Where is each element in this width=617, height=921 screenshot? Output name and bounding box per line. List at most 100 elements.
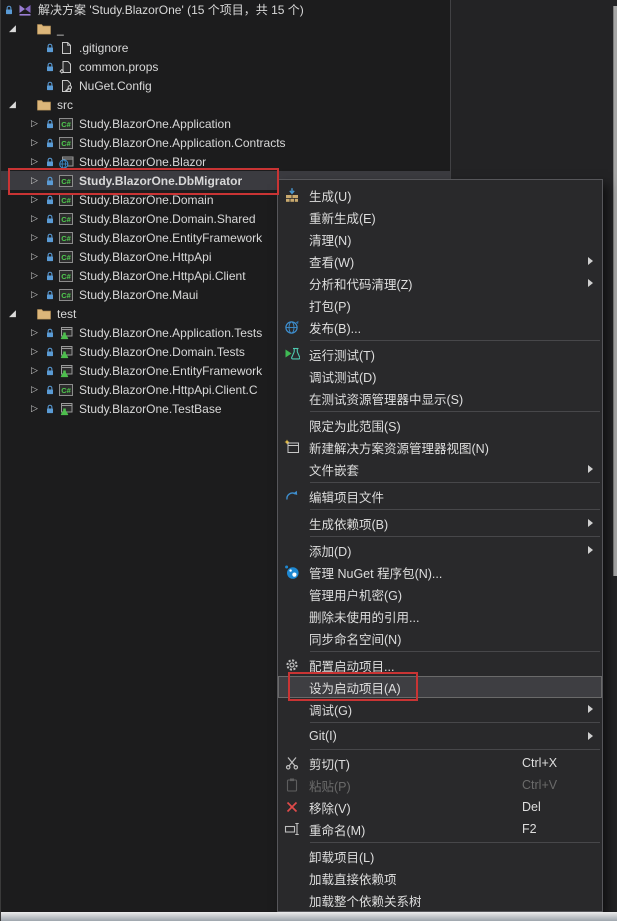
tree-item-label: src — [57, 97, 73, 112]
tree-item-label: Study.BlazorOne.Application.Tests — [79, 325, 263, 340]
expand-arrow-icon[interactable] — [31, 346, 44, 357]
tree-item-label: Study.BlazorOne.Domain.Shared — [79, 211, 256, 226]
menu-item[interactable]: 生成依赖项(B) — [278, 512, 602, 534]
menu-item[interactable]: 管理 NuGet 程序包(N)... — [278, 561, 602, 583]
menu-item[interactable] — [310, 536, 600, 537]
menu-item[interactable]: 在测试资源管理器中显示(S) — [278, 387, 602, 409]
tree-row[interactable]: _ — [1, 19, 450, 38]
item-type-icon — [58, 325, 74, 341]
menu-item[interactable]: 限定为此范围(S) — [278, 414, 602, 436]
bottom-window-strip — [1, 912, 617, 921]
lock-icon — [44, 364, 56, 378]
menu-item[interactable]: 发布(B)... — [278, 316, 602, 338]
lock-icon — [44, 79, 56, 93]
menu-item[interactable]: 同步命名空间(N) — [278, 627, 602, 649]
menu-item[interactable] — [310, 722, 600, 723]
menu-item[interactable] — [310, 842, 600, 843]
menu-item[interactable]: 文件嵌套 — [278, 458, 602, 480]
menu-item[interactable]: 粘贴(P) Ctrl+V — [278, 774, 602, 796]
tree-item-label: test — [57, 306, 77, 321]
menu-item-icon — [284, 799, 300, 815]
menu-item[interactable]: 生成(U) — [278, 184, 602, 206]
menu-item-label: 管理用户机密(G) — [309, 588, 403, 603]
menu-item[interactable]: 新建解决方案资源管理器视图(N) — [278, 436, 602, 458]
menu-item[interactable] — [310, 482, 600, 483]
expand-arrow-icon[interactable] — [31, 194, 44, 205]
menu-item[interactable] — [310, 411, 600, 412]
expand-arrow-icon[interactable] — [31, 289, 44, 300]
expand-arrow-icon[interactable] — [9, 99, 22, 110]
menu-item[interactable]: 调试测试(D) — [278, 365, 602, 387]
expand-arrow-icon[interactable] — [31, 270, 44, 281]
menu-item-label: 加载整个依赖关系树 — [309, 894, 422, 909]
expand-arrow-icon[interactable] — [31, 327, 44, 338]
tree-row[interactable]: common.props — [1, 57, 450, 76]
tree-row[interactable]: Study.BlazorOne.Application — [1, 114, 450, 133]
menu-item-icon — [284, 346, 300, 362]
lock-icon — [3, 3, 15, 17]
menu-item[interactable] — [310, 651, 600, 652]
expand-arrow-icon[interactable] — [31, 137, 44, 148]
menu-item[interactable]: 加载直接依赖项 — [278, 867, 602, 889]
menu-item[interactable] — [310, 509, 600, 510]
expand-arrow-icon[interactable] — [31, 118, 44, 129]
menu-item[interactable]: 重命名(M) F2 — [278, 818, 602, 840]
menu-item-shortcut: Ctrl+X — [522, 756, 558, 770]
tree-row[interactable]: Study.BlazorOne.Application.Contracts — [1, 133, 450, 152]
menu-item[interactable] — [310, 340, 600, 341]
tree-item-label: Study.BlazorOne.EntityFramework — [79, 230, 263, 245]
menu-item-label: 重新生成(E) — [309, 211, 376, 226]
menu-item[interactable]: 打包(P) — [278, 294, 602, 316]
menu-item[interactable]: 删除未使用的引用... — [278, 605, 602, 627]
menu-item[interactable]: 移除(V) Del — [278, 796, 602, 818]
menu-item-icon — [284, 319, 300, 335]
menu-item[interactable]: 加载整个依赖关系树 — [278, 889, 602, 911]
tree-item-label: Study.BlazorOne.Application — [79, 116, 231, 131]
expand-arrow-icon[interactable] — [31, 403, 44, 414]
menu-item[interactable]: 剪切(T) Ctrl+X — [278, 752, 602, 774]
menu-item[interactable]: 查看(W) — [278, 250, 602, 272]
menu-item-label: 发布(B)... — [309, 321, 362, 336]
menu-item-label: 清理(N) — [309, 233, 352, 248]
menu-item-icon — [284, 439, 300, 455]
tree-row[interactable]: .gitignore — [1, 38, 450, 57]
menu-item[interactable]: Git(I) — [278, 725, 602, 747]
submenu-arrow-icon — [588, 705, 593, 713]
menu-item[interactable]: 清理(N) — [278, 228, 602, 250]
menu-item[interactable]: 运行测试(T) — [278, 343, 602, 365]
item-type-icon — [58, 382, 74, 398]
menu-item[interactable]: 分析和代码清理(Z) — [278, 272, 602, 294]
expand-arrow-icon[interactable] — [31, 213, 44, 224]
editor-scrollbar[interactable] — [613, 6, 617, 576]
lock-icon — [44, 269, 56, 283]
expand-arrow-icon[interactable] — [31, 156, 44, 167]
menu-item[interactable]: 编辑项目文件 — [278, 485, 602, 507]
menu-item-label: Git(I) — [309, 729, 337, 743]
item-type-icon — [36, 21, 52, 37]
menu-item[interactable]: 管理用户机密(G) — [278, 583, 602, 605]
expand-arrow-icon[interactable] — [9, 308, 22, 319]
tree-item-label: Study.BlazorOne.Domain.Tests — [79, 344, 245, 359]
expand-arrow-icon[interactable] — [31, 384, 44, 395]
expand-arrow-icon[interactable] — [9, 23, 22, 34]
menu-item[interactable]: 重新生成(E) — [278, 206, 602, 228]
menu-item[interactable]: 调试(G) — [278, 698, 602, 720]
expand-arrow-icon[interactable] — [31, 232, 44, 243]
tree-item-label: .gitignore — [79, 40, 129, 55]
menu-item-label: 在测试资源管理器中显示(S) — [309, 392, 464, 407]
tree-row[interactable]: 解决方案 'Study.BlazorOne' (15 个项目，共 15 个) — [1, 0, 450, 19]
menu-item[interactable] — [310, 749, 600, 750]
menu-item[interactable]: 卸载项目(L) — [278, 845, 602, 867]
expand-arrow-icon[interactable] — [31, 365, 44, 376]
item-type-icon — [36, 306, 52, 322]
tree-row[interactable]: NuGet.Config — [1, 76, 450, 95]
item-type-icon — [58, 344, 74, 360]
tree-row[interactable]: src — [1, 95, 450, 114]
lock-icon — [44, 41, 56, 55]
tree-item-label: Study.BlazorOne.TestBase — [79, 401, 222, 416]
menu-item[interactable]: 添加(D) — [278, 539, 602, 561]
item-type-icon — [58, 363, 74, 379]
lock-icon — [44, 326, 56, 340]
annotation-box-dbmigrator — [8, 168, 279, 195]
expand-arrow-icon[interactable] — [31, 251, 44, 262]
